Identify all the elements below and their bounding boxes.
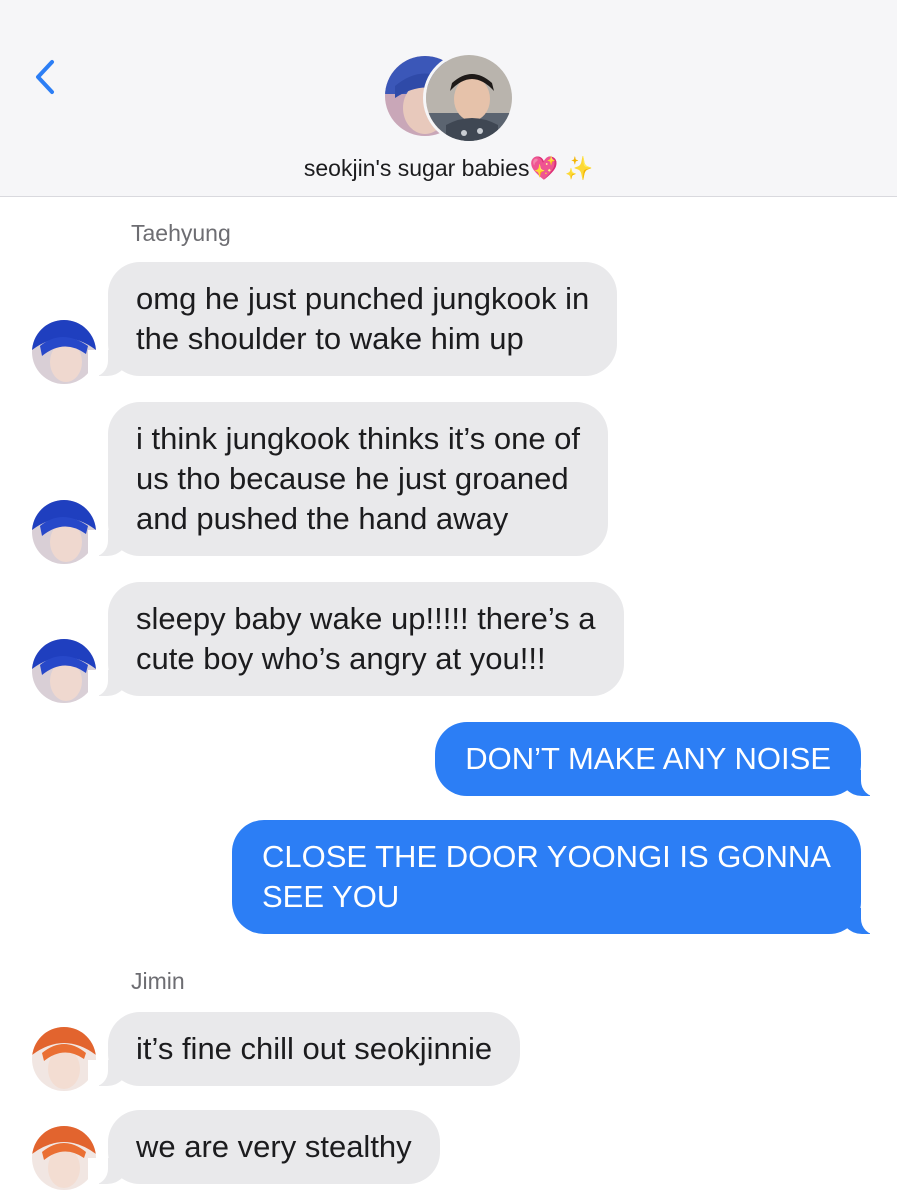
taehyung-avatar[interactable]	[32, 639, 96, 703]
back-button[interactable]	[28, 52, 68, 102]
message-line: us tho because he just groaned	[136, 461, 569, 496]
group-member-avatar	[423, 52, 515, 144]
message-line: and pushed the hand away	[136, 501, 509, 536]
jimin-avatar[interactable]	[32, 1126, 96, 1190]
jimin-avatar[interactable]	[32, 1027, 96, 1091]
taehyung-avatar[interactable]	[32, 320, 96, 384]
group-avatar-stack[interactable]	[383, 52, 515, 144]
message-line: omg he just punched jungkook in	[136, 281, 590, 316]
incoming-message-bubble[interactable]: sleepy baby wake up!!!!! there’s a cute …	[88, 582, 624, 697]
message-line: it’s fine chill out seokjinnie	[136, 1031, 493, 1066]
message-line: the shoulder to wake him up	[136, 321, 524, 356]
outgoing-message-bubble[interactable]: CLOSE THE DOOR YOONGI IS GONNA SEE YOU	[231, 820, 882, 935]
outgoing-message-bubble[interactable]: DON’T MAKE ANY NOISE	[435, 722, 881, 797]
group-title[interactable]: seokjin's sugar babies💖 ✨	[0, 155, 897, 182]
taehyung-avatar[interactable]	[32, 500, 96, 564]
message-line: DON’T MAKE ANY NOISE	[465, 741, 831, 776]
sparkles-emoji: ✨	[564, 156, 594, 182]
incoming-message-bubble[interactable]: we are very stealthy	[88, 1110, 440, 1185]
incoming-message-bubble[interactable]: omg he just punched jungkook in the shou…	[87, 262, 618, 377]
message-line: cute boy who’s angry at you!!!	[136, 641, 546, 676]
incoming-message-bubble[interactable]: i think jungkook thinks it’s one of us t…	[87, 402, 609, 557]
message-line: we are very stealthy	[136, 1129, 412, 1164]
sender-name: Taehyung	[131, 220, 231, 246]
incoming-message-bubble[interactable]: it’s fine chill out seokjinnie	[87, 1012, 521, 1087]
group-name: seokjin's sugar babies	[303, 155, 530, 181]
sparkling-heart-emoji: 💖	[529, 156, 559, 182]
chat-header: seokjin's sugar babies💖 ✨	[0, 0, 897, 197]
message-line: CLOSE THE DOOR YOONGI IS GONNA	[261, 839, 831, 874]
sender-name: Jimin	[131, 968, 185, 994]
message-line: sleepy baby wake up!!!!! there’s a	[136, 601, 596, 636]
message-line: i think jungkook thinks it’s one of	[136, 421, 581, 456]
message-line: SEE YOU	[261, 879, 400, 914]
chevron-left-icon	[36, 60, 54, 94]
